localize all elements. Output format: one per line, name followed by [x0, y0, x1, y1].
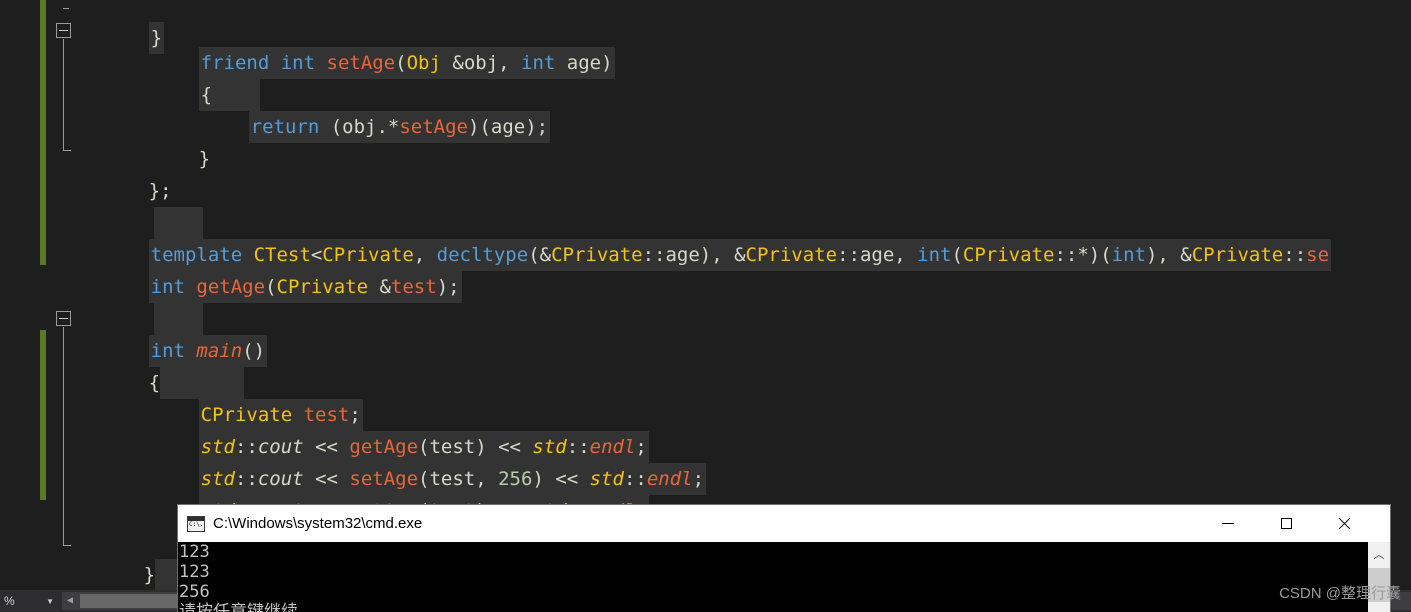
fold-guide-line	[63, 39, 64, 150]
code-line[interactable]: friend int setAge(Obj &obj, int age)	[130, 15, 615, 79]
zoom-level-combobox[interactable]: % ▼	[0, 591, 58, 611]
fold-toggle-main[interactable]	[56, 311, 71, 326]
change-track-bar	[40, 330, 46, 500]
code-line-main[interactable]: int main()	[80, 303, 268, 367]
close-icon	[1337, 517, 1351, 531]
code-line[interactable]	[85, 271, 204, 335]
code-line[interactable]: std::cout << setAge(test, 256) << std::e…	[130, 431, 707, 495]
zoom-level-value: %	[4, 594, 15, 608]
console-output-line: 256	[179, 582, 210, 602]
close-button[interactable]	[1321, 505, 1367, 542]
maximize-button[interactable]	[1263, 505, 1309, 542]
chevron-down-icon: ▼	[46, 596, 54, 606]
fold-end-marker	[63, 545, 71, 546]
code-line[interactable]	[85, 175, 204, 239]
csdn-watermark: CSDN @整理行囊	[1279, 585, 1401, 602]
minimize-button[interactable]	[1205, 505, 1251, 542]
scroll-left-arrow-icon[interactable]: ◀	[62, 592, 78, 610]
maximize-icon	[1280, 518, 1292, 529]
code-line[interactable]: std::cout << getAge(test) << std::endl;	[130, 399, 649, 463]
console-output-line: 请按任意键继续	[179, 602, 298, 612]
scroll-up-arrow-icon[interactable]: ︿	[1368, 542, 1390, 566]
fold-guide-line	[63, 327, 64, 545]
code-line[interactable]: {	[130, 47, 260, 111]
code-line-template[interactable]: template CTest<CPrivate, decltype(&CPriv…	[80, 207, 1332, 271]
console-output-line: 123	[179, 562, 210, 582]
code-line[interactable]: return (obj.*setAge)(age);	[180, 79, 551, 143]
cmd-icon	[187, 515, 205, 532]
change-track-bar	[40, 0, 46, 265]
code-line[interactable]: }	[130, 111, 210, 170]
console-output-area[interactable]: 123 123 256 请按任意键继续	[178, 542, 1390, 612]
outlining-column[interactable]	[56, 0, 76, 590]
console-title-bar[interactable]: C:\Windows\system32\cmd.exe	[178, 505, 1390, 542]
screen-root: } friend int setAge(Obj &obj, int age) {…	[0, 0, 1411, 612]
code-editor[interactable]: } friend int setAge(Obj &obj, int age) {…	[0, 0, 1411, 590]
code-line[interactable]: CPrivate test;	[130, 367, 363, 431]
minimize-icon	[1222, 523, 1234, 524]
code-line[interactable]: int getAge(CPrivate &test);	[80, 239, 462, 303]
fold-end-marker	[63, 150, 71, 151]
fold-tick	[63, 8, 69, 9]
code-line[interactable]: std::cout << getAge(test) << std::endl;	[130, 463, 649, 527]
fold-toggle-struct[interactable]	[56, 23, 71, 38]
cmd-console-window[interactable]: C:\Windows\system32\cmd.exe 123 123 256 …	[178, 505, 1390, 612]
code-line[interactable]: };	[80, 143, 172, 202]
code-line[interactable]: {	[80, 335, 245, 399]
console-title-text: C:\Windows\system32\cmd.exe	[213, 515, 423, 532]
console-output-line: 123	[179, 542, 210, 562]
